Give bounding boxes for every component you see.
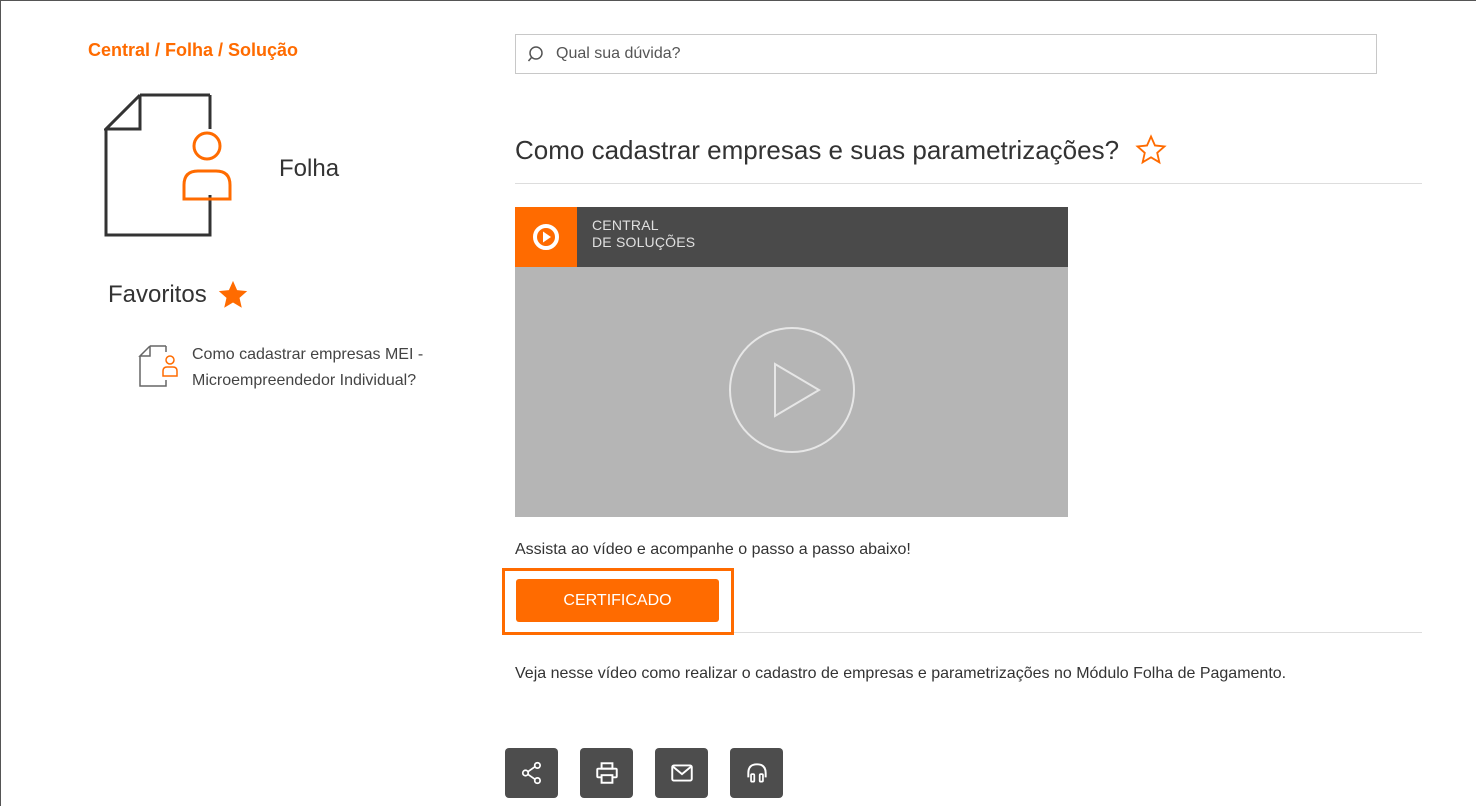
print-icon (595, 762, 618, 784)
divider (515, 183, 1422, 184)
mail-icon (670, 764, 693, 782)
video-header: CENTRAL DE SOLUÇÕES (515, 207, 1068, 267)
star-filled-icon (218, 280, 247, 308)
search-input[interactable] (554, 44, 1376, 64)
email-button[interactable] (655, 748, 708, 798)
favorites-heading: Favoritos (108, 278, 251, 312)
print-button[interactable] (580, 748, 633, 798)
share-icon (521, 761, 541, 785)
article-description: Veja nesse vídeo como realizar o cadastr… (515, 665, 1287, 682)
article-title-row: Como cadastrar empresas e suas parametri… (515, 133, 1169, 167)
search-icon (528, 46, 543, 62)
document-person-icon (104, 93, 232, 237)
star-outline-icon[interactable] (1133, 133, 1169, 167)
module-name: Folha (279, 155, 340, 182)
favorites-label: Favoritos (108, 281, 207, 308)
video-channel-title: CENTRAL DE SOLUÇÕES (592, 217, 696, 250)
article-title: Como cadastrar empresas e suas parametri… (515, 134, 1120, 165)
divider (734, 632, 1422, 633)
document-person-icon (138, 345, 178, 387)
video-player[interactable]: CENTRAL DE SOLUÇÕES (515, 207, 1068, 517)
certificate-button[interactable]: CERTIFICADO (516, 579, 719, 622)
favorite-item-label[interactable]: Como cadastrar empresas MEI - Microempre… (192, 342, 442, 394)
share-button[interactable] (505, 748, 558, 798)
search-bar[interactable] (515, 34, 1377, 74)
play-button-icon[interactable] (727, 325, 857, 455)
support-button[interactable] (730, 748, 783, 798)
video-logo (515, 207, 577, 267)
headset-icon (746, 763, 767, 783)
play-circle-icon (533, 224, 559, 250)
breadcrumb[interactable]: Central / Folha / Solução (88, 40, 298, 61)
action-bar (505, 748, 783, 798)
favorite-item[interactable]: Como cadastrar empresas MEI - Microempre… (138, 344, 458, 394)
video-instruction: Assista ao vídeo e acompanhe o passo a p… (515, 541, 911, 558)
